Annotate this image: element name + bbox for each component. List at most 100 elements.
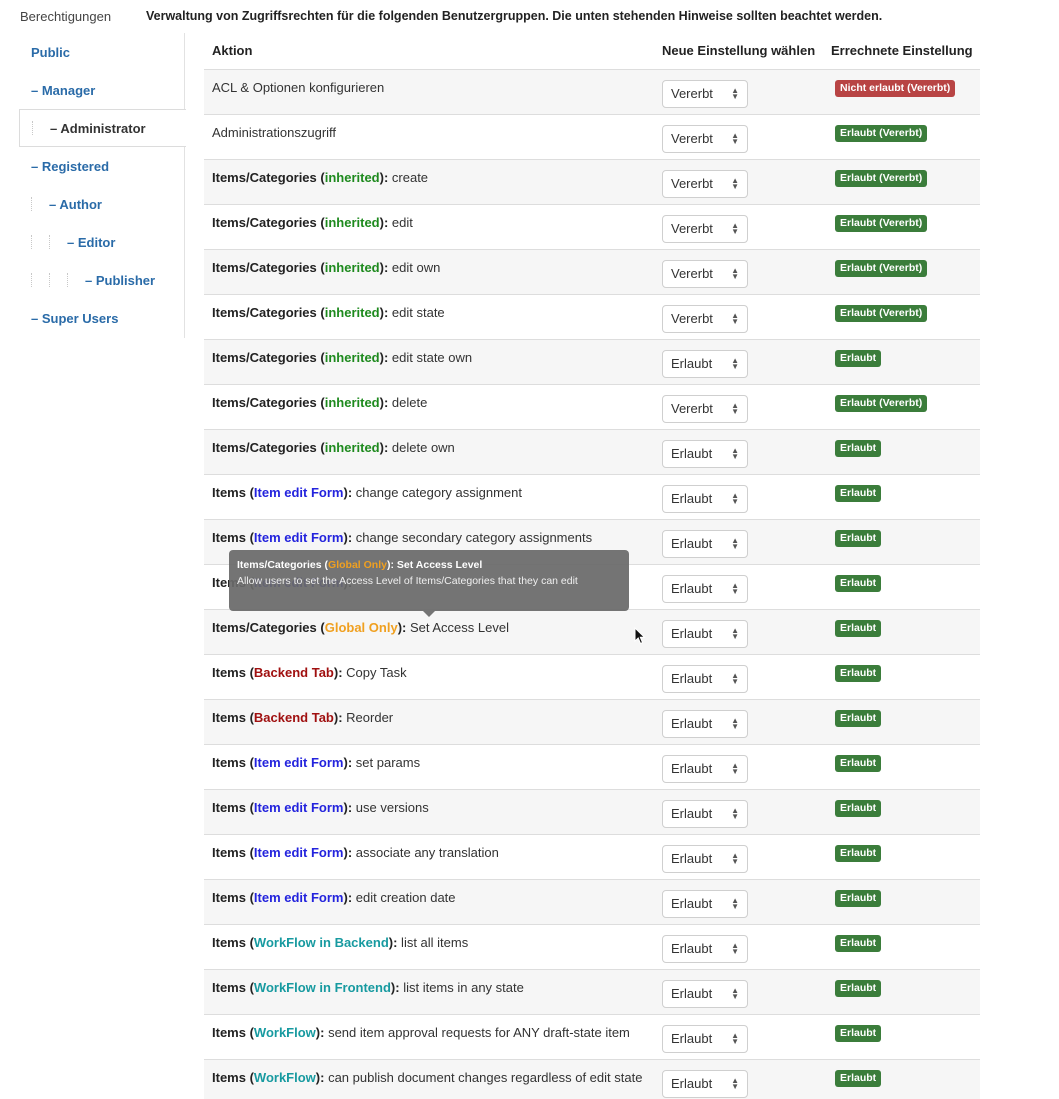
user-group-item[interactable]: – Registered bbox=[19, 147, 185, 185]
select-arrows-icon: ▲ ▼ bbox=[731, 851, 739, 866]
setting-select[interactable]: Erlaubt ▲ ▼ bbox=[662, 530, 748, 558]
select-arrows-icon: ▲ ▼ bbox=[731, 986, 739, 1001]
permission-row: Items/Categories (Global Only): Set Acce… bbox=[204, 609, 980, 654]
setting-select[interactable]: Erlaubt ▲ ▼ bbox=[662, 485, 748, 513]
user-group-item[interactable]: – Administrator bbox=[19, 109, 186, 147]
tree-guide bbox=[32, 121, 33, 135]
action-prefix: Items/Categories bbox=[212, 350, 317, 365]
action-text: Reorder bbox=[342, 710, 394, 725]
action-label: Items/Categories (inherited): create bbox=[212, 170, 429, 185]
action-tag: inherited bbox=[324, 305, 380, 320]
setting-select-value: Erlaubt bbox=[671, 1076, 713, 1091]
select-arrows-icon: ▲ ▼ bbox=[731, 176, 739, 191]
action-prefix: Items bbox=[212, 530, 246, 545]
setting-select[interactable]: Vererbt ▲ ▼ bbox=[662, 125, 748, 153]
select-arrows-icon: ▲ ▼ bbox=[731, 401, 739, 416]
action-tag: inherited bbox=[324, 260, 380, 275]
action-prefix: Items bbox=[212, 665, 246, 680]
setting-select[interactable]: Erlaubt ▲ ▼ bbox=[662, 1025, 748, 1053]
action-text: Set Access Level bbox=[406, 620, 509, 635]
select-arrows-icon: ▲ ▼ bbox=[731, 1031, 739, 1046]
user-group-item[interactable]: – Manager bbox=[19, 71, 185, 109]
setting-select[interactable]: Vererbt ▲ ▼ bbox=[662, 305, 748, 333]
user-group-label: – Registered bbox=[31, 158, 110, 174]
setting-select[interactable]: Erlaubt ▲ ▼ bbox=[662, 620, 748, 648]
action-label: Items/Categories (inherited): edit state… bbox=[212, 350, 473, 365]
select-arrows-icon: ▲ ▼ bbox=[731, 446, 739, 461]
user-group-item[interactable]: – Super Users bbox=[19, 299, 185, 337]
setting-select-value: Erlaubt bbox=[671, 716, 713, 731]
setting-select[interactable]: Erlaubt ▲ ▼ bbox=[662, 755, 748, 783]
action-tag: Item edit Form bbox=[253, 845, 344, 860]
setting-select[interactable]: Erlaubt ▲ ▼ bbox=[662, 710, 748, 738]
action-prefix: Items/Categories bbox=[212, 305, 317, 320]
tooltip-title-prefix: Items/Categories bbox=[237, 559, 322, 571]
tree-guide bbox=[49, 273, 50, 287]
permission-row: Items (Item edit Form): change category … bbox=[204, 474, 980, 519]
setting-select[interactable]: Erlaubt ▲ ▼ bbox=[662, 890, 748, 918]
setting-select[interactable]: Vererbt ▲ ▼ bbox=[662, 80, 748, 108]
setting-select-value: Erlaubt bbox=[671, 941, 713, 956]
action-text: edit creation date bbox=[352, 890, 456, 905]
action-prefix: Items/Categories bbox=[212, 440, 317, 455]
action-prefix: Items/Categories bbox=[212, 620, 317, 635]
setting-select[interactable]: Erlaubt ▲ ▼ bbox=[662, 1070, 748, 1098]
calculated-setting-badge: Erlaubt bbox=[835, 1070, 882, 1087]
select-arrows-icon: ▲ ▼ bbox=[731, 86, 739, 101]
setting-select[interactable]: Erlaubt ▲ ▼ bbox=[662, 665, 748, 693]
setting-select[interactable]: Erlaubt ▲ ▼ bbox=[662, 440, 748, 468]
permissions-label: Berechtigungen bbox=[20, 9, 112, 24]
tooltip-title-rest: : Set Access Level bbox=[390, 559, 483, 571]
setting-select[interactable]: Vererbt ▲ ▼ bbox=[662, 260, 748, 288]
setting-select[interactable]: Erlaubt ▲ ▼ bbox=[662, 935, 748, 963]
user-group-item[interactable]: Public bbox=[19, 33, 185, 71]
setting-select-value: Vererbt bbox=[671, 131, 713, 146]
select-arrows-icon: ▲ ▼ bbox=[731, 1076, 739, 1091]
action-label: Items/Categories (inherited): delete own bbox=[212, 440, 455, 455]
setting-select-value: Erlaubt bbox=[671, 491, 713, 506]
action-text: edit state own bbox=[388, 350, 473, 365]
setting-select[interactable]: Vererbt ▲ ▼ bbox=[662, 395, 748, 423]
action-text: list items in any state bbox=[399, 980, 524, 995]
setting-select[interactable]: Erlaubt ▲ ▼ bbox=[662, 800, 748, 828]
setting-select-value: Vererbt bbox=[671, 401, 713, 416]
setting-select-value: Vererbt bbox=[671, 221, 713, 236]
action-prefix: Items bbox=[212, 485, 246, 500]
action-text: list all items bbox=[397, 935, 469, 950]
action-tag: Item edit Form bbox=[253, 530, 344, 545]
tooltip-title: Items/Categories (Global Only): Set Acce… bbox=[237, 559, 483, 571]
action-text: edit bbox=[388, 215, 413, 230]
permission-row: Items/Categories (inherited): edit own Ve… bbox=[204, 249, 980, 294]
user-group-label: – Super Users bbox=[31, 310, 119, 326]
action-label: Items/Categories (inherited): edit bbox=[212, 215, 413, 230]
action-text: edit state bbox=[388, 305, 445, 320]
permission-row: Items (WorkFlow in Frontend): list items… bbox=[204, 969, 980, 1014]
setting-select[interactable]: Vererbt ▲ ▼ bbox=[662, 170, 748, 198]
tooltip-title-tag: Global Only bbox=[328, 559, 387, 571]
action-label: Items (WorkFlow in Frontend): list items… bbox=[212, 980, 524, 995]
action-text: Copy Task bbox=[342, 665, 407, 680]
setting-select[interactable]: Erlaubt ▲ ▼ bbox=[662, 575, 748, 603]
action-tag: Backend Tab bbox=[253, 665, 334, 680]
column-header-new-setting: Neue Einstellung wählen bbox=[662, 43, 816, 58]
action-text: edit own bbox=[388, 260, 441, 275]
user-group-item[interactable]: – Editor bbox=[19, 223, 185, 261]
setting-select[interactable]: Vererbt ▲ ▼ bbox=[662, 215, 748, 243]
permission-row: Items (Item edit Form): edit creation da… bbox=[204, 879, 980, 924]
user-group-item[interactable]: – Publisher bbox=[19, 261, 185, 299]
tree-guide bbox=[31, 197, 32, 211]
setting-select[interactable]: Erlaubt ▲ ▼ bbox=[662, 980, 748, 1008]
action-label: Items (Item edit Form): associate any tr… bbox=[212, 845, 499, 860]
user-group-item[interactable]: – Author bbox=[19, 185, 185, 223]
permission-row: Items/Categories (inherited): delete own… bbox=[204, 429, 980, 474]
setting-select-value: Erlaubt bbox=[671, 896, 713, 911]
tree-guide bbox=[31, 273, 32, 287]
action-tag: inherited bbox=[324, 350, 380, 365]
action-text: use versions bbox=[352, 800, 429, 815]
setting-select-value: Vererbt bbox=[671, 311, 713, 326]
setting-select[interactable]: Erlaubt ▲ ▼ bbox=[662, 350, 748, 378]
calculated-setting-badge: Erlaubt (Vererbt) bbox=[835, 260, 928, 277]
calculated-setting-badge: Erlaubt bbox=[835, 1025, 882, 1042]
action-label: Items (WorkFlow in Backend): list all it… bbox=[212, 935, 469, 950]
setting-select[interactable]: Erlaubt ▲ ▼ bbox=[662, 845, 748, 873]
